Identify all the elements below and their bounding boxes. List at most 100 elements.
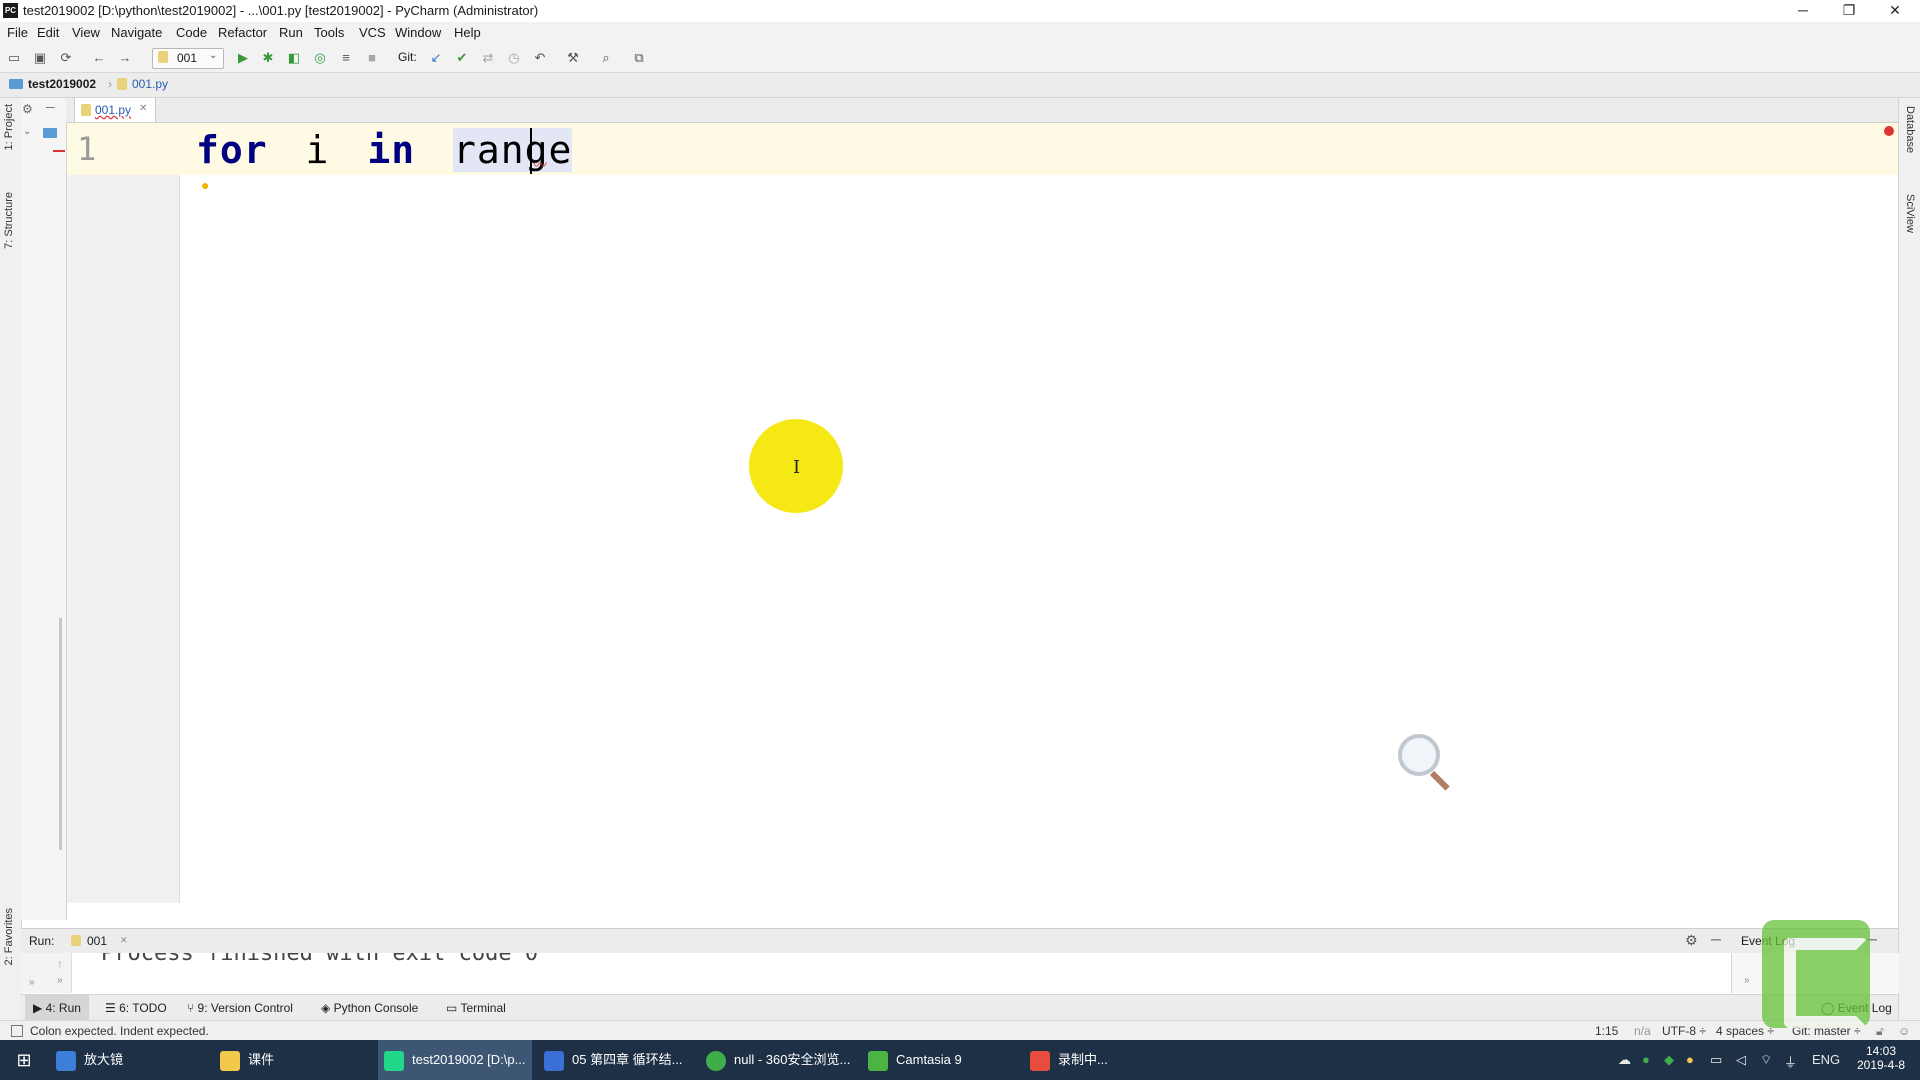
close-tab-icon[interactable]: ✕	[120, 935, 128, 946]
tab-terminal[interactable]: ▭ Terminal	[446, 1001, 506, 1015]
sciview-tool-button[interactable]: SciView	[1904, 194, 1916, 233]
git-update-icon[interactable]: ↙	[427, 49, 445, 67]
windows-start-icon[interactable]: ⊞	[0, 1040, 48, 1080]
stop-icon[interactable]: ■	[363, 49, 381, 67]
database-tool-button[interactable]: Database	[1904, 106, 1916, 153]
collapse-icon[interactable]: ─	[46, 100, 55, 114]
more-icon[interactable]: »	[1744, 975, 1750, 986]
tray-app-icon[interactable]: ●	[1642, 1052, 1650, 1067]
sync-icon[interactable]: ⟳	[57, 49, 75, 67]
usb-icon[interactable]: ⏚	[1784, 1052, 1797, 1071]
close-button[interactable]: ✕	[1872, 0, 1918, 22]
file-encoding[interactable]: UTF-8 ÷	[1662, 1024, 1706, 1038]
minimize-panel-icon[interactable]: ─	[1711, 931, 1721, 947]
taskbar-item-courseware[interactable]: 课件	[220, 1040, 370, 1080]
breadcrumb-project[interactable]: test2019002	[28, 77, 96, 91]
cloud-icon[interactable]: ☁	[1618, 1052, 1631, 1068]
run-tab-label[interactable]: 001	[87, 934, 107, 948]
git-commit-icon[interactable]: ✔	[453, 49, 471, 67]
clock[interactable]: 14:03 2019-4-8	[1856, 1044, 1906, 1072]
breadcrumb: test2019002 › 001.py	[0, 73, 1920, 98]
network-icon[interactable]: ⌔	[1760, 1052, 1772, 1068]
tab-run-label: 4: Run	[45, 1001, 81, 1015]
menu-vcs[interactable]: VCS	[359, 25, 386, 40]
project-panel: ⚙ ─ ⌄	[21, 98, 67, 920]
menu-help[interactable]: Help	[454, 25, 481, 40]
profile-icon[interactable]: ◎	[311, 49, 329, 67]
back-icon[interactable]: ←	[90, 49, 108, 67]
error-stripe-icon[interactable]	[1884, 126, 1894, 136]
taskbar-item-pycharm[interactable]: test2019002 [D:\p...	[378, 1040, 532, 1080]
tab-python-console[interactable]: ◈ Python Console	[321, 1001, 418, 1015]
taskbar-label: 放大镜	[84, 1052, 124, 1067]
coverage-icon[interactable]: ◧	[285, 49, 303, 67]
favorites-tool-button[interactable]: 2: Favorites	[3, 908, 15, 965]
close-tab-icon[interactable]: ✕	[139, 103, 147, 114]
taskbar-label: 录制中...	[1058, 1052, 1108, 1067]
keyword-for: for	[196, 128, 268, 172]
taskbar-item-magnifier[interactable]: 放大镜	[56, 1040, 206, 1080]
menu-refactor[interactable]: Refactor	[218, 25, 267, 40]
run-console[interactable]: ↑ » » Process finished with exit code 0	[21, 953, 1731, 993]
indent-setting[interactable]: 4 spaces ÷	[1716, 1024, 1774, 1038]
breadcrumb-separator: ›	[108, 77, 112, 91]
debug-icon[interactable]: ✱	[259, 49, 277, 67]
restore-button[interactable]: ❐	[1826, 0, 1872, 22]
tab-version-control[interactable]: ⑂ 9: Version Control	[187, 1001, 293, 1015]
save-icon[interactable]: ▣	[31, 49, 49, 67]
language-indicator[interactable]: ENG	[1812, 1052, 1840, 1067]
forward-icon[interactable]: →	[116, 49, 134, 67]
tab-001-py[interactable]: 001.py ✕	[74, 98, 156, 122]
git-compare-icon[interactable]: ⇄	[479, 49, 497, 67]
caret-position[interactable]: 1:15	[1595, 1024, 1618, 1038]
tray-app-icon[interactable]: ●	[1686, 1052, 1694, 1067]
lightbulb-icon[interactable]: ●	[201, 177, 209, 193]
lock-icon[interactable]: 🔓︎	[1876, 1024, 1884, 1039]
concurrency-icon[interactable]: ≡	[337, 49, 355, 67]
code-line[interactable]: for i in range	[196, 128, 573, 172]
gear-icon[interactable]: ⚙	[1685, 932, 1698, 949]
python-file-icon	[81, 104, 91, 116]
settings-wrench-icon[interactable]: ⚒	[564, 49, 582, 67]
more-icon[interactable]: »	[57, 975, 63, 986]
line-separator: n/a	[1634, 1024, 1651, 1038]
menu-tools[interactable]: Tools	[314, 25, 344, 40]
menu-file[interactable]: File	[7, 25, 28, 40]
scroll-up-icon[interactable]: ↑	[57, 957, 63, 971]
tab-run[interactable]: ▶ 4: Run	[33, 1001, 81, 1015]
taskbar-item-browser[interactable]: null - 360安全浏览...	[702, 1040, 856, 1080]
code-editor[interactable]	[180, 123, 1898, 903]
inspector-icon[interactable]: ☺	[1898, 1024, 1910, 1038]
search-icon[interactable]: ⌕	[597, 49, 615, 67]
menu-window[interactable]: Window	[395, 25, 441, 40]
open-folder-icon[interactable]: ▭	[5, 49, 23, 67]
tab-label: 001.py	[95, 103, 132, 117]
chevron-down-icon[interactable]: ⌄	[23, 126, 31, 137]
volume-icon[interactable]: ◁	[1736, 1052, 1746, 1068]
menu-edit[interactable]: Edit	[37, 25, 59, 40]
scrollbar[interactable]	[59, 618, 62, 850]
breadcrumb-file[interactable]: 001.py	[132, 77, 168, 91]
layout-toggle-icon[interactable]	[11, 1025, 23, 1037]
menu-run[interactable]: Run	[279, 25, 303, 40]
taskbar-item-recording[interactable]: 录制中...	[1026, 1040, 1172, 1080]
menu-code[interactable]: Code	[176, 25, 207, 40]
tab-todo[interactable]: ☰ 6: TODO	[105, 1001, 167, 1015]
git-history-icon[interactable]: ◷	[505, 49, 523, 67]
run-config-select[interactable]: 001 ⌄	[152, 48, 224, 69]
battery-icon[interactable]: ▭	[1710, 1052, 1722, 1068]
taskbar-item-document[interactable]: 05 第四章 循环结...	[540, 1040, 694, 1080]
menu-view[interactable]: View	[72, 25, 100, 40]
menu-navigate[interactable]: Navigate	[111, 25, 162, 40]
title-bar: PC test2019002 [D:\python\test2019002] -…	[0, 0, 1920, 22]
shield-icon[interactable]: ◆	[1664, 1052, 1674, 1068]
taskbar-item-camtasia[interactable]: Camtasia 9	[864, 1040, 1018, 1080]
structure-tool-button[interactable]: 7: Structure	[3, 192, 15, 249]
minimize-button[interactable]: ─	[1780, 0, 1826, 22]
project-tool-button[interactable]: 1: Project	[3, 104, 15, 150]
project-structure-icon[interactable]: ⧉	[630, 49, 648, 67]
more-icon[interactable]: »	[29, 977, 35, 988]
run-icon[interactable]: ▶	[234, 49, 252, 67]
gear-icon[interactable]: ⚙	[22, 102, 33, 116]
git-revert-icon[interactable]: ↶	[531, 49, 549, 67]
